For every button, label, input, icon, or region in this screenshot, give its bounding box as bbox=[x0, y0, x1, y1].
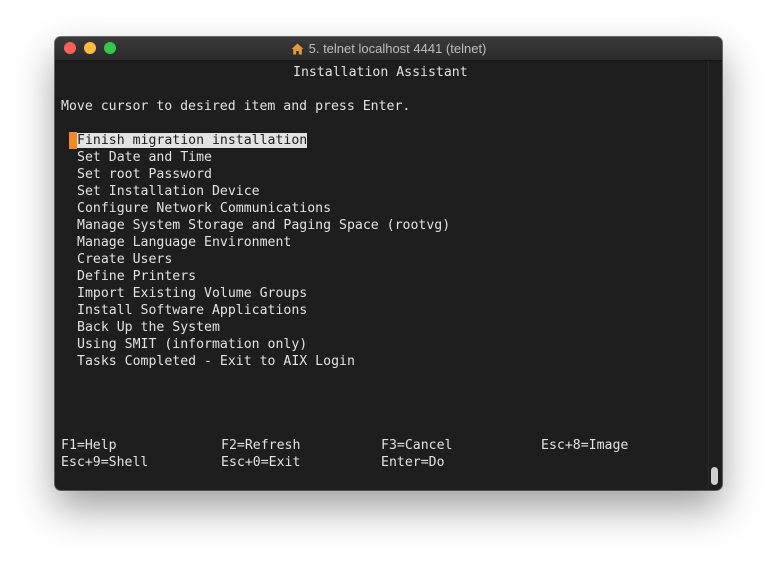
terminal-screen[interactable]: Installation Assistant Move cursor to de… bbox=[55, 61, 722, 490]
menu-item-manage-language[interactable]: Manage Language Environment bbox=[77, 234, 450, 251]
key-f2-refresh[interactable]: F2=Refresh bbox=[221, 437, 300, 454]
menu-item-set-root-password[interactable]: Set root Password bbox=[77, 166, 450, 183]
title-bar[interactable]: 5. telnet localhost 4441 (telnet) bbox=[55, 37, 722, 61]
menu-item-set-installation-device[interactable]: Set Installation Device bbox=[77, 183, 450, 200]
menu-item-create-users[interactable]: Create Users bbox=[77, 251, 450, 268]
key-f1-help[interactable]: F1=Help bbox=[61, 437, 117, 454]
screen-prompt: Move cursor to desired item and press En… bbox=[61, 99, 411, 114]
key-esc0-exit[interactable]: Esc+0=Exit bbox=[221, 454, 300, 471]
menu-item-define-printers[interactable]: Define Printers bbox=[77, 268, 450, 285]
menu-item-install-software[interactable]: Install Software Applications bbox=[77, 302, 450, 319]
menu-item-finish-migration[interactable]: Finish migration installation bbox=[77, 132, 450, 149]
terminal-window: 5. telnet localhost 4441 (telnet) Instal… bbox=[55, 37, 722, 490]
menu-item-tasks-completed[interactable]: Tasks Completed - Exit to AIX Login bbox=[77, 353, 450, 370]
menu-item-set-date-time[interactable]: Set Date and Time bbox=[77, 149, 450, 166]
window-title-text: 5. telnet localhost 4441 (telnet) bbox=[308, 41, 487, 56]
home-icon bbox=[291, 39, 304, 62]
menu-item-manage-storage[interactable]: Manage System Storage and Paging Space (… bbox=[77, 217, 450, 234]
key-enter-do[interactable]: Enter=Do bbox=[381, 454, 445, 471]
text-cursor bbox=[69, 132, 77, 149]
window-title: 5. telnet localhost 4441 (telnet) bbox=[55, 37, 722, 60]
key-esc9-shell[interactable]: Esc+9=Shell bbox=[61, 454, 148, 471]
screen-heading: Installation Assistant bbox=[293, 65, 468, 80]
installation-menu: Finish migration installation Set Date a… bbox=[77, 132, 450, 370]
menu-item-import-volume-groups[interactable]: Import Existing Volume Groups bbox=[77, 285, 450, 302]
menu-item-using-smit[interactable]: Using SMIT (information only) bbox=[77, 336, 450, 353]
scrollbar[interactable] bbox=[709, 61, 720, 489]
key-esc8-image[interactable]: Esc+8=Image bbox=[541, 437, 628, 454]
menu-item-configure-network[interactable]: Configure Network Communications bbox=[77, 200, 450, 217]
scrollbar-thumb[interactable] bbox=[711, 467, 718, 485]
key-f3-cancel[interactable]: F3=Cancel bbox=[381, 437, 452, 454]
menu-item-back-up-system[interactable]: Back Up the System bbox=[77, 319, 450, 336]
